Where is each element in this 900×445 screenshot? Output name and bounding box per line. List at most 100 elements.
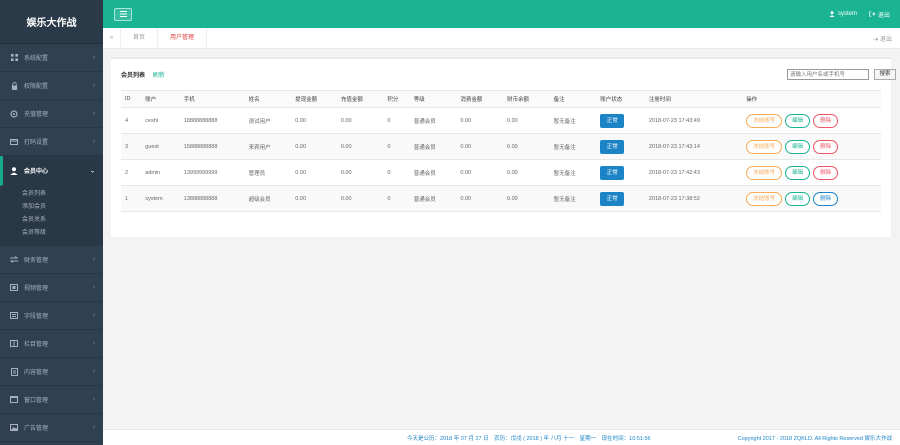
exchange-icon (10, 256, 18, 264)
column-header: 账户状态 (596, 90, 645, 108)
cell-account[interactable]: guest (141, 133, 180, 160)
tab-home[interactable]: 首页 (121, 27, 159, 49)
cell-name: 管理员 (244, 159, 292, 186)
sidebar-item-system-config[interactable]: 系统配置 › (0, 44, 103, 72)
top-navbar: system 退出 (103, 0, 900, 28)
delete-button[interactable]: 删除 (813, 113, 839, 128)
cell-balance: 0.00 (502, 133, 550, 160)
logout-link[interactable]: 退出 (869, 10, 890, 19)
sidebar-item-columns[interactable]: 栏目管理 › (0, 330, 103, 358)
cell-withdraw: 0.00 (291, 107, 337, 134)
sidebar-item-window[interactable]: 窗口管理 › (0, 386, 103, 414)
cell-phone: 15888888888 (179, 133, 245, 160)
sidebar-item-label: 字段管理 (24, 314, 49, 320)
chevron-right-icon: › (93, 54, 95, 61)
cell-time: 2018-07-23 17:43:49 (644, 107, 743, 134)
search-button[interactable]: 搜索 (874, 69, 896, 80)
sidebar-item-content[interactable]: 内容管理 › (0, 358, 103, 386)
column-header: 操作 (742, 90, 881, 108)
edit-button[interactable]: 编辑 (785, 165, 811, 180)
member-submenu: 会员列表 添加会员 会员关系 会员等级 (0, 186, 103, 246)
tabs-bar: « 首页 用户管理 ⇥ 退出 (103, 27, 900, 49)
member-table: ID 账户 手机 姓名 提现金额 充值金额 积分 等级 消费金额 财币余额 备注… (121, 90, 881, 212)
cell-points: 0 (383, 185, 410, 212)
sidebar: 娱乐大作战 系统配置 › 权限配置 › 充值管理 › 打码设置 › 会员中心 ⌄… (0, 0, 103, 445)
freeze-account-button[interactable]: 冻结账号 (746, 191, 783, 206)
current-user-link[interactable]: system (829, 11, 857, 17)
cell-withdraw: 0.00 (291, 185, 337, 212)
chevron-right-icon: › (93, 256, 95, 263)
sidebar-item-label: 权限配置 (24, 84, 49, 90)
cell-recharge: 0.00 (336, 133, 384, 160)
status-button[interactable]: 正常 (600, 113, 625, 128)
cell-recharge: 0.00 (336, 159, 384, 186)
cell-phone: 18888888888 (179, 107, 245, 134)
cell-balance: 0.00 (502, 107, 550, 134)
sidebar-item-recharge[interactable]: 充值管理 › (0, 100, 103, 128)
footer-date-info: 今天是公历：2018 年 07 月 27 日 农历：戊戌 ( 2018 ) 年 … (407, 435, 651, 442)
column-header: 姓名 (244, 90, 292, 108)
brand-title: 娱乐大作战 (0, 0, 103, 44)
panel-title: 会员列表 (121, 73, 146, 79)
chevron-right-icon: › (93, 82, 95, 89)
status-button[interactable]: 正常 (600, 139, 625, 154)
edit-button[interactable]: 编辑 (785, 139, 811, 154)
status-button[interactable]: 正常 (600, 165, 625, 180)
tabs-scroll-left-button[interactable]: « (103, 27, 121, 49)
cell-actions: 冻结账号 编辑 删除 (742, 185, 881, 212)
edit-button[interactable]: 编辑 (785, 113, 811, 128)
submenu-item-member-levels[interactable]: 会员等级 (0, 227, 103, 240)
tab-user-management[interactable]: 用户管理 (158, 27, 208, 49)
sidebar-item-finance[interactable]: 财务管理 › (0, 246, 103, 274)
status-button[interactable]: 正常 (600, 191, 625, 206)
menu-toggle-button[interactable] (114, 7, 132, 21)
sidebar-item-label: 视频管理 (24, 286, 49, 292)
submenu-item-member-relations[interactable]: 会员关系 (0, 214, 103, 227)
delete-button[interactable]: 删除 (813, 191, 839, 206)
column-header: 充值金额 (336, 90, 384, 108)
cell-account[interactable]: admin (141, 159, 180, 186)
logout-icon (869, 11, 875, 17)
sidebar-item-code-settings[interactable]: 打码设置 › (0, 128, 103, 156)
column-header: 注册时间 (644, 90, 743, 108)
table-row: 1 system 13888888888 超级会员 0.00 0.00 0 普通… (121, 185, 881, 212)
chevron-right-icon: › (93, 110, 95, 117)
sidebar-item-label: 窗口管理 (24, 398, 49, 404)
cell-points: 0 (383, 159, 410, 186)
cell-account[interactable]: system (141, 185, 180, 212)
cell-status: 正常 (596, 185, 645, 212)
list-icon (10, 312, 18, 320)
cell-balance: 0.00 (502, 185, 550, 212)
submenu-item-add-member[interactable]: 添加会员 (0, 201, 103, 214)
sidebar-item-member-center[interactable]: 会员中心 ⌄ (0, 156, 103, 186)
freeze-account-button[interactable]: 冻结账号 (746, 113, 783, 128)
submenu-item-member-list[interactable]: 会员列表 (0, 188, 103, 201)
delete-button[interactable]: 删除 (813, 165, 839, 180)
double-chevron-left-icon: « (109, 34, 114, 41)
freeze-account-button[interactable]: 冻结账号 (746, 165, 783, 180)
top-right-links: system 退出 (829, 0, 890, 28)
cell-remark: 暂无备注 (549, 133, 597, 160)
table-row: 3 guest 15888888888 来宾用户 0.00 0.00 0 普通会… (121, 133, 881, 160)
cell-actions: 冻结账号 编辑 删除 (742, 159, 881, 186)
cell-level: 普通会员 (409, 185, 457, 212)
sidebar-item-label: 系统配置 (24, 56, 49, 62)
cell-recharge: 0.00 (336, 107, 384, 134)
cell-account[interactable]: ceshi (141, 107, 180, 134)
delete-button[interactable]: 删除 (813, 139, 839, 154)
search-input[interactable] (787, 69, 869, 80)
cell-status: 正常 (596, 133, 645, 160)
cell-withdraw: 0.00 (291, 159, 337, 186)
sidebar-item-video[interactable]: 视频管理 › (0, 274, 103, 302)
tabs-exit-button[interactable]: ⇥ 退出 (873, 34, 892, 43)
lock-icon (10, 81, 18, 90)
sidebar-item-fields[interactable]: 字段管理 › (0, 302, 103, 330)
grid-icon (10, 54, 18, 62)
sidebar-item-ads[interactable]: 广告管理 › (0, 414, 103, 442)
cell-remark: 暂无备注 (549, 185, 597, 212)
freeze-account-button[interactable]: 冻结账号 (746, 139, 783, 154)
refresh-link[interactable]: 刷新 (153, 73, 165, 79)
sidebar-item-permission-config[interactable]: 权限配置 › (0, 72, 103, 100)
gear-icon (10, 109, 18, 118)
edit-button[interactable]: 编辑 (785, 191, 811, 206)
